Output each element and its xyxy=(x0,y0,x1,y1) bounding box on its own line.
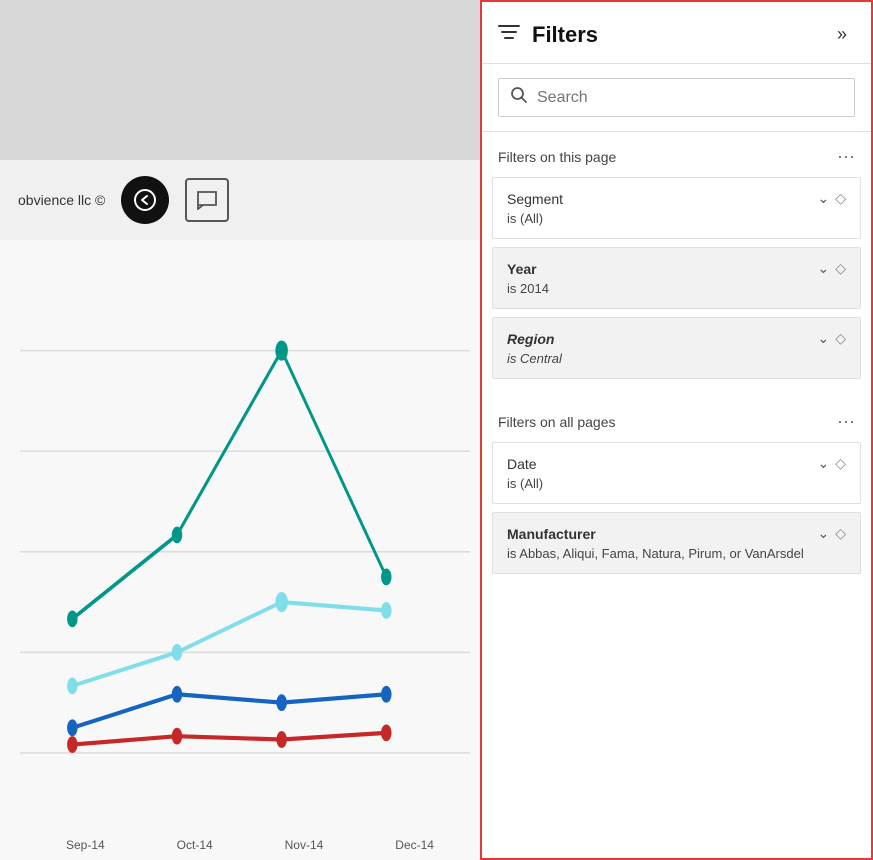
filter-icon xyxy=(498,23,520,47)
filter-card-segment-header: Segment ⌄ ◇ xyxy=(507,190,846,207)
filter-date-clear[interactable]: ◇ xyxy=(835,455,846,472)
x-axis-labels: Sep-14 Oct-14 Nov-14 Dec-14 xyxy=(0,834,480,852)
filters-header: Filters » xyxy=(482,2,871,64)
filter-card-year-header: Year ⌄ ◇ xyxy=(507,260,846,277)
filter-segment-actions: ⌄ ◇ xyxy=(817,190,846,207)
filter-year-value: is 2014 xyxy=(507,281,846,296)
filters-panel: Filters » Filters on this page ··· Segme… xyxy=(480,0,873,860)
filter-card-date-header: Date ⌄ ◇ xyxy=(507,455,846,472)
filters-on-page-more[interactable]: ··· xyxy=(837,146,855,167)
filter-region-chevron[interactable]: ⌄ xyxy=(817,330,829,347)
chat-icon[interactable] xyxy=(185,178,229,222)
chart-canvas: Sep-14 Oct-14 Nov-14 Dec-14 xyxy=(0,240,480,860)
search-input[interactable] xyxy=(537,89,842,107)
chart-branding: obvience llc © xyxy=(0,160,480,240)
filters-all-pages-label: Filters on all pages xyxy=(498,414,616,430)
filter-year-chevron[interactable]: ⌄ xyxy=(817,260,829,277)
x-label-nov: Nov-14 xyxy=(285,838,324,852)
filter-card-region-header: Region ⌄ ◇ xyxy=(507,330,846,347)
filter-segment-value: is (All) xyxy=(507,211,846,226)
filters-title-group: Filters xyxy=(498,22,598,48)
filters-collapse-button[interactable]: » xyxy=(829,20,855,49)
filter-date-chevron[interactable]: ⌄ xyxy=(817,455,829,472)
filters-on-page-label: Filters on this page xyxy=(498,149,616,165)
filter-manufacturer-chevron[interactable]: ⌄ xyxy=(817,525,829,542)
filters-all-pages-header: Filters on all pages ··· xyxy=(482,397,871,442)
filter-card-segment: Segment ⌄ ◇ is (All) xyxy=(492,177,861,239)
filter-segment-clear[interactable]: ◇ xyxy=(835,190,846,207)
brand-text: obvience llc © xyxy=(18,192,105,208)
filters-on-page-header: Filters on this page ··· xyxy=(482,132,871,177)
x-label-oct: Oct-14 xyxy=(177,838,213,852)
filters-title: Filters xyxy=(532,22,598,48)
filter-card-year: Year ⌄ ◇ is 2014 xyxy=(492,247,861,309)
chart-area: obvience llc © xyxy=(0,0,480,860)
filter-segment-chevron[interactable]: ⌄ xyxy=(817,190,829,207)
line-chart-svg xyxy=(20,250,470,820)
filter-region-actions: ⌄ ◇ xyxy=(817,330,846,347)
search-icon xyxy=(511,87,527,108)
filter-date-name: Date xyxy=(507,456,537,472)
filter-region-name: Region xyxy=(507,331,554,347)
filter-card-date: Date ⌄ ◇ is (All) xyxy=(492,442,861,504)
filter-year-actions: ⌄ ◇ xyxy=(817,260,846,277)
filter-card-manufacturer-header: Manufacturer ⌄ ◇ xyxy=(507,525,846,542)
back-icon[interactable] xyxy=(121,176,169,224)
filter-date-value: is (All) xyxy=(507,476,846,491)
filter-date-actions: ⌄ ◇ xyxy=(817,455,846,472)
x-label-sep: Sep-14 xyxy=(66,838,105,852)
filter-year-name: Year xyxy=(507,261,537,277)
filters-all-pages-more[interactable]: ··· xyxy=(837,411,855,432)
filter-manufacturer-actions: ⌄ ◇ xyxy=(817,525,846,542)
filter-manufacturer-clear[interactable]: ◇ xyxy=(835,525,846,542)
search-container xyxy=(482,64,871,132)
filter-manufacturer-name: Manufacturer xyxy=(507,526,596,542)
filter-region-clear[interactable]: ◇ xyxy=(835,330,846,347)
filter-region-value: is Central xyxy=(507,351,846,366)
filter-card-manufacturer: Manufacturer ⌄ ◇ is Abbas, Aliqui, Fama,… xyxy=(492,512,861,574)
filter-card-region: Region ⌄ ◇ is Central xyxy=(492,317,861,379)
filter-segment-name: Segment xyxy=(507,191,563,207)
filter-year-clear[interactable]: ◇ xyxy=(835,260,846,277)
search-box[interactable] xyxy=(498,78,855,117)
x-label-dec: Dec-14 xyxy=(395,838,434,852)
filter-manufacturer-value: is Abbas, Aliqui, Fama, Natura, Pirum, o… xyxy=(507,546,846,561)
chart-header xyxy=(0,0,480,160)
